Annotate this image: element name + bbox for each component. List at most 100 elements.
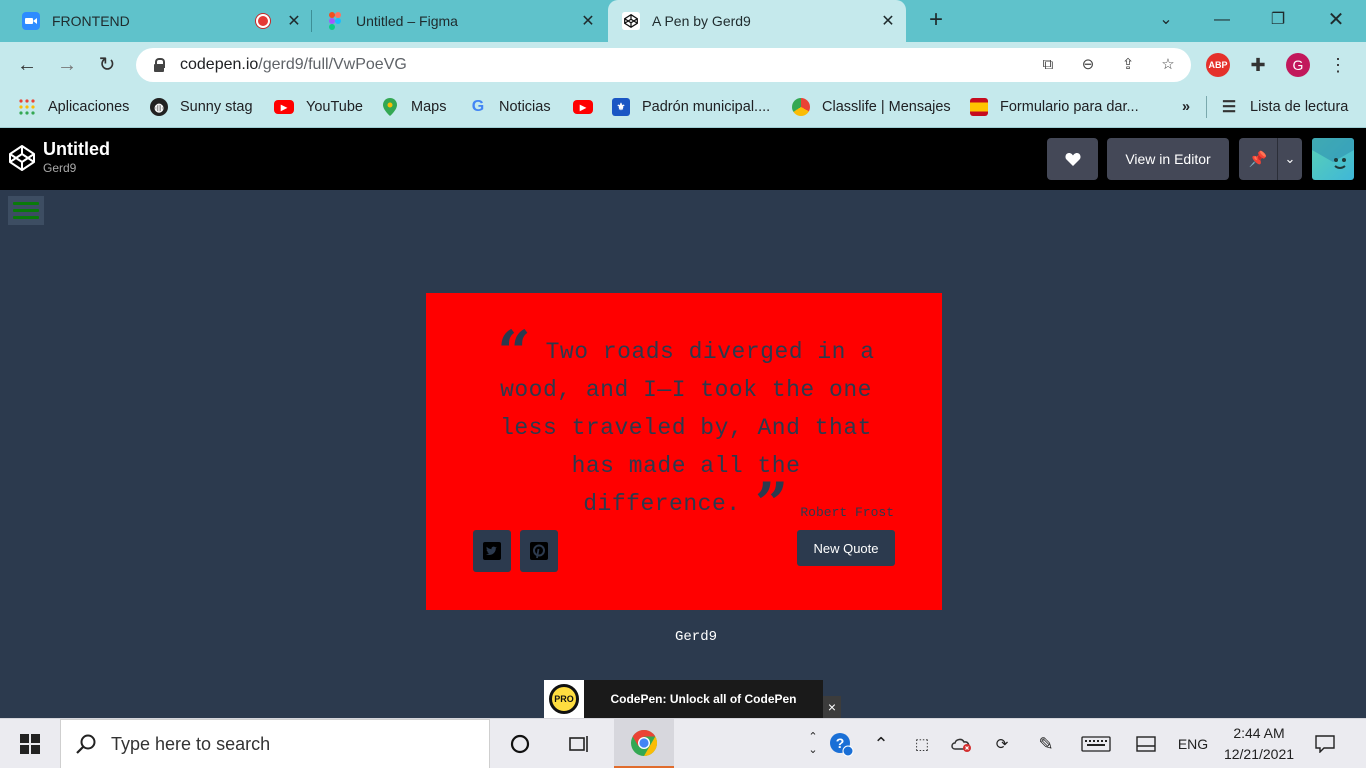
bookmark-classlife[interactable]: Classlife | Mensajes bbox=[792, 96, 951, 118]
close-window-button[interactable]: ✕ bbox=[1308, 0, 1364, 42]
tab-title: Untitled – Figma bbox=[356, 13, 458, 29]
open-quote-icon: “ bbox=[497, 318, 532, 386]
pen-title[interactable]: Untitled bbox=[43, 139, 110, 160]
chrome-menu-icon[interactable]: ⋮ bbox=[1326, 53, 1350, 77]
url-text[interactable]: codepen.io/gerd9/full/VwPoeVG bbox=[180, 56, 407, 74]
codepen-pro-promo[interactable]: PRO CodePen: Unlock all of CodePen bbox=[544, 680, 823, 718]
bookmark-maps[interactable]: Maps bbox=[381, 96, 446, 118]
touch-keyboard-icon[interactable] bbox=[1078, 719, 1114, 768]
codepen-logo-icon[interactable] bbox=[8, 144, 36, 172]
bookmark-youtube-2[interactable]: ▶ bbox=[573, 96, 593, 118]
adblock-plus-icon[interactable]: ABP bbox=[1206, 53, 1230, 77]
translate-icon[interactable]: ⧉ bbox=[1038, 55, 1058, 75]
chrome-taskbar-button[interactable] bbox=[614, 719, 674, 768]
tab-divider bbox=[311, 10, 312, 32]
quote-author: Robert Frost bbox=[800, 505, 894, 520]
windows-start-button[interactable] bbox=[0, 719, 60, 768]
windows-logo-icon bbox=[20, 734, 40, 754]
onedrive-error-icon[interactable] bbox=[948, 719, 976, 768]
tab-frontend[interactable]: FRONTEND ✕ bbox=[22, 0, 304, 42]
recording-indicator-icon bbox=[256, 14, 270, 28]
tab-search-chevron-icon[interactable]: ⌄ bbox=[1138, 0, 1194, 42]
notifications-icon[interactable] bbox=[1310, 719, 1340, 768]
sync-screen-icon[interactable]: ⟳ bbox=[988, 719, 1016, 768]
pro-badge-icon: PRO bbox=[544, 680, 584, 718]
zoom-icon bbox=[22, 12, 40, 30]
hamburger-menu-button[interactable] bbox=[8, 196, 44, 225]
minimize-button[interactable]: — bbox=[1194, 0, 1250, 42]
search-icon bbox=[76, 734, 96, 754]
task-view-icon[interactable] bbox=[556, 719, 602, 768]
show-hidden-icons-chevron-icon[interactable]: ⌃ bbox=[868, 719, 894, 768]
help-icon[interactable]: ? bbox=[826, 719, 856, 768]
bookmarks-divider bbox=[1206, 96, 1207, 118]
youtube-icon: ▶ bbox=[573, 100, 593, 114]
maps-pin-icon bbox=[381, 98, 399, 116]
pin-menu-button[interactable]: 📌 ⌄ bbox=[1239, 138, 1302, 180]
zoom-out-icon[interactable]: ⊖ bbox=[1078, 55, 1098, 75]
bookmark-padron-municipal[interactable]: ⚜ Padrón municipal.... bbox=[612, 96, 770, 118]
bookmark-youtube[interactable]: ▶ YouTube bbox=[274, 96, 363, 118]
bookmark-star-icon[interactable]: ☆ bbox=[1158, 55, 1178, 75]
taskbar-clock[interactable]: 2:44 AM 12/21/2021 bbox=[1214, 723, 1304, 765]
address-bar[interactable]: codepen.io/gerd9/full/VwPoeVG ⧉ ⊖ ⇪ ☆ bbox=[136, 48, 1191, 82]
share-icon[interactable]: ⇪ bbox=[1118, 55, 1138, 75]
restore-button[interactable]: ❐ bbox=[1250, 0, 1306, 42]
new-tab-button[interactable]: + bbox=[924, 8, 948, 34]
chrome-like-icon bbox=[792, 98, 810, 116]
close-tab-icon[interactable]: ✕ bbox=[578, 11, 598, 31]
lock-icon[interactable] bbox=[152, 58, 166, 72]
twitter-icon bbox=[483, 542, 501, 560]
windows-taskbar: Type here to search ⌃ ⌄ ? ⌃ ⬚ ⟳ ✎ ENG 2:4… bbox=[0, 718, 1366, 768]
clock-date: 12/21/2021 bbox=[1223, 746, 1295, 762]
meet-now-icon[interactable]: ⬚ bbox=[908, 719, 936, 768]
quote-text-block: “ Two roads diverged in a wood, and I—I … bbox=[474, 323, 898, 533]
bookmark-sunny-stag[interactable]: ◍ Sunny stag bbox=[150, 96, 253, 118]
footer-author-link[interactable]: Gerd9 bbox=[660, 629, 732, 645]
bookmark-formulario[interactable]: Formulario para dar... bbox=[970, 96, 1139, 118]
input-language-indicator[interactable]: ENG bbox=[1172, 719, 1214, 768]
svg-text:?: ? bbox=[836, 735, 845, 751]
promo-close-button[interactable]: × bbox=[823, 696, 841, 718]
back-button[interactable]: ← bbox=[12, 50, 42, 80]
reading-list-icon: ☰ bbox=[1221, 99, 1237, 116]
tab-title: A Pen by Gerd9 bbox=[652, 13, 751, 29]
cortana-icon[interactable] bbox=[497, 719, 543, 768]
pin-icon: 📌 bbox=[1248, 151, 1268, 168]
search-placeholder: Type here to search bbox=[111, 733, 271, 754]
browser-toolbar: ← → ↻ codepen.io/gerd9/full/VwPoeVG ⧉ ⊖ … bbox=[0, 42, 1366, 88]
chevron-down-icon: ⌄ bbox=[1284, 151, 1296, 166]
tab-codepen-active[interactable]: A Pen by Gerd9 ✕ bbox=[608, 0, 906, 42]
reload-button[interactable]: ↻ bbox=[92, 50, 122, 80]
globe-icon: ◍ bbox=[150, 98, 168, 116]
pen-workspace-icon[interactable]: ✎ bbox=[1032, 719, 1060, 768]
extensions-puzzle-icon[interactable]: ✚ bbox=[1246, 53, 1270, 77]
heart-button[interactable] bbox=[1047, 138, 1098, 180]
figma-icon bbox=[326, 12, 344, 30]
tray-scroll-arrows[interactable]: ⌃ ⌄ bbox=[804, 719, 822, 768]
clock-time: 2:44 AM bbox=[1233, 725, 1285, 741]
taskbar-search-box[interactable]: Type here to search bbox=[60, 719, 490, 768]
tablet-mode-icon[interactable] bbox=[1132, 719, 1160, 768]
codepen-icon bbox=[622, 12, 640, 30]
heart-icon bbox=[1064, 153, 1081, 166]
pen-author-link[interactable]: Gerd9 bbox=[43, 161, 76, 175]
close-tab-icon[interactable]: ✕ bbox=[284, 11, 304, 31]
pinterest-quote-button[interactable] bbox=[520, 530, 558, 572]
bookmark-aplicaciones[interactable]: Aplicaciones bbox=[18, 96, 129, 118]
pinterest-icon bbox=[530, 542, 548, 560]
user-avatar[interactable] bbox=[1312, 138, 1354, 180]
profile-avatar[interactable]: G bbox=[1286, 53, 1310, 77]
close-tab-icon[interactable]: ✕ bbox=[878, 11, 898, 31]
bookmarks-overflow-button[interactable]: » bbox=[1182, 96, 1190, 118]
new-quote-button[interactable]: New Quote bbox=[797, 530, 895, 566]
tab-figma[interactable]: Untitled – Figma ✕ bbox=[326, 0, 598, 42]
flag-es-icon bbox=[970, 98, 988, 116]
google-icon: G bbox=[471, 98, 485, 115]
browser-tab-strip: FRONTEND ✕ Untitled – Figma ✕ A Pen by G… bbox=[0, 0, 1366, 42]
reading-list-button[interactable]: ☰ Lista de lectura bbox=[1220, 96, 1349, 118]
tweet-quote-button[interactable] bbox=[473, 530, 511, 572]
bookmark-noticias[interactable]: G Noticias bbox=[469, 96, 551, 118]
forward-button[interactable]: → bbox=[52, 50, 82, 80]
view-in-editor-button[interactable]: View in Editor bbox=[1107, 138, 1229, 180]
